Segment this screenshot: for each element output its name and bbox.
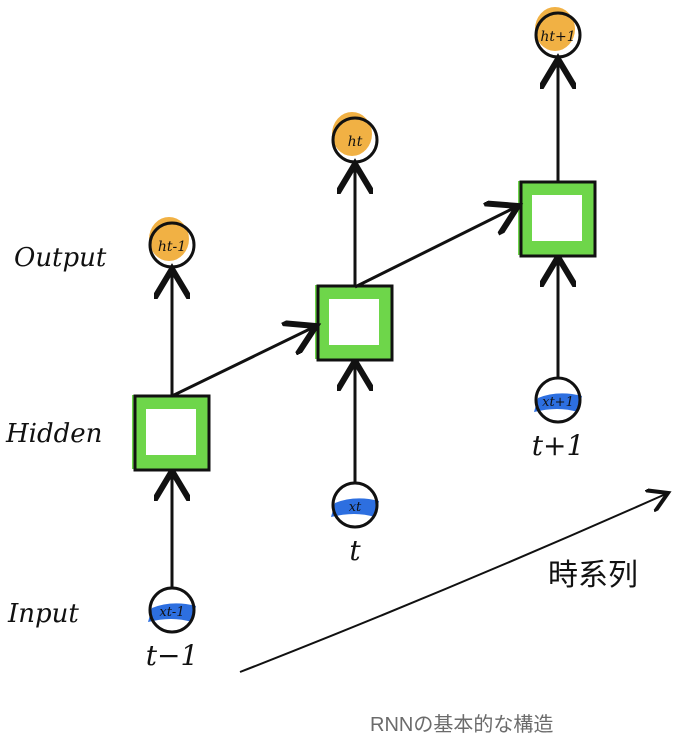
hidden-row-label: Hidden: [5, 419, 102, 449]
recurrent-arrow-1: [171, 326, 316, 398]
output-node-label: ht-1: [158, 239, 186, 255]
hidden-inner: [532, 195, 582, 241]
hidden-inner: [146, 409, 196, 455]
input-node-label: xt-1: [159, 605, 184, 620]
input-node-label: xt+1: [542, 395, 574, 410]
rnn-diagram: Output Hidden Input ht-1 xt-1 t−1 ht xt t ht+1…: [0, 0, 678, 747]
input-row-label: Input: [7, 599, 79, 629]
time-label: t−1: [146, 639, 199, 672]
output-node-label: ht: [348, 134, 363, 150]
caption: RNNの基本的な構造: [370, 714, 554, 736]
input-node-label: xt: [349, 500, 362, 515]
time-step-0: ht-1 xt-1 t−1: [132, 217, 211, 672]
time-step-2: ht+1 xt+1 t+1: [518, 7, 597, 462]
hidden-inner: [329, 299, 379, 345]
output-node-label: ht+1: [540, 29, 575, 45]
recurrent-arrow-2: [354, 206, 518, 289]
time-label: t+1: [532, 429, 585, 462]
output-row-label: Output: [14, 243, 107, 273]
time-label: t: [349, 534, 361, 567]
time-axis-label: 時系列: [548, 558, 638, 593]
diagram-canvas: Output Hidden Input ht-1 xt-1 t−1 ht xt t ht+1…: [5, 7, 678, 673]
time-step-1: ht xt t: [315, 112, 394, 567]
